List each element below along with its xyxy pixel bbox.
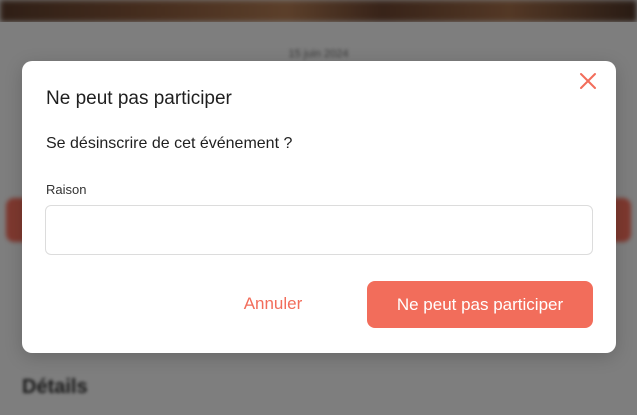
close-icon	[580, 73, 596, 89]
cancel-button[interactable]: Annuler	[218, 281, 328, 327]
reason-input[interactable]	[45, 205, 593, 255]
cannot-attend-button[interactable]: Ne peut pas participer	[367, 281, 593, 328]
cannot-attend-dialog: Ne peut pas participer Se désinscrire de…	[22, 61, 616, 353]
dialog-question: Se désinscrire de cet événement ?	[46, 135, 293, 152]
reason-label: Raison	[46, 182, 87, 197]
dialog-title: Ne peut pas participer	[46, 88, 232, 109]
close-button[interactable]	[578, 71, 598, 91]
